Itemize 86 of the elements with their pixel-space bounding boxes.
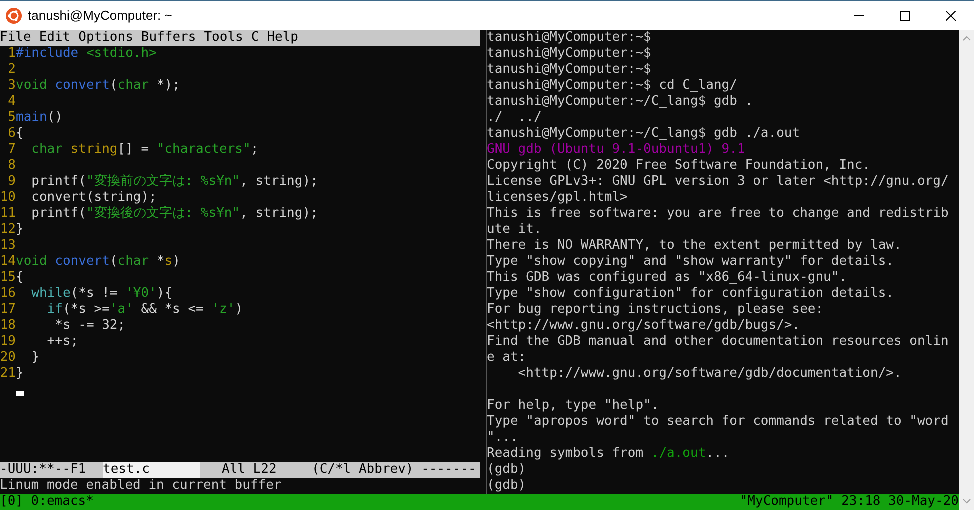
terminal-line: ute it. xyxy=(487,222,542,237)
terminal-line: licenses/gpl.html> xyxy=(487,190,628,205)
code-line: char string[] = "characters"; xyxy=(30,142,259,158)
code-line: *s -= 32; xyxy=(54,318,126,334)
terminal-line: (gdb) xyxy=(487,478,526,493)
line-number: 18 xyxy=(0,318,16,334)
code-line: if(*s >='a' && *s <= 'z') xyxy=(46,302,244,318)
line-number: 2 xyxy=(7,62,16,78)
line-number: 16 xyxy=(0,286,16,302)
code-line: void convert(char *); xyxy=(16,78,180,94)
line-number: 11 xyxy=(0,206,16,222)
line-number: 10 xyxy=(0,190,16,206)
menu-item[interactable]: C xyxy=(251,30,260,46)
terminal-line: e at: xyxy=(487,350,526,365)
terminal-line: "... xyxy=(487,430,518,445)
terminal-line: Type "apropos word" to search for commands related to "word xyxy=(487,414,949,429)
menu-item[interactable]: Tools xyxy=(204,30,244,46)
line-number: 15 xyxy=(0,270,16,286)
menu-item[interactable]: Options xyxy=(78,30,134,46)
terminal-line: License GPLv3+: GNU GPL version 3 or later <http://gnu.org/ xyxy=(487,174,949,189)
buffer-name: test.c xyxy=(103,462,200,478)
window-list: [0] 0:emacs* xyxy=(0,494,94,510)
terminal-line: tanushi@MyComputer:~$ xyxy=(487,62,652,77)
code-line: printf("変換後の文字は: %s¥n", string); xyxy=(30,206,318,222)
line-number: 19 xyxy=(0,334,16,350)
close-icon xyxy=(946,10,956,20)
terminal-line: tanushi@MyComputer:~$ xyxy=(487,30,652,45)
line-number: 20 xyxy=(0,350,16,366)
terminal-line: There is NO WARRANTY, to the extent permitted by law. xyxy=(487,238,902,253)
terminal-line: For bug reporting instructions, please see: xyxy=(487,302,824,317)
terminal-line: tanushi@MyComputer:~$ cd C_lang/ xyxy=(487,78,738,93)
terminal-line: Find the GDB manual and other documentation resources onlin xyxy=(487,334,949,349)
menu-item[interactable]: Help xyxy=(267,30,298,46)
terminal-line: <http://www.gnu.org/software/gdb/documentation/>. xyxy=(517,366,902,381)
terminal-line: This GDB was configured as "x86_64-linux-gnu". xyxy=(487,270,848,285)
line-number: 3 xyxy=(7,78,16,94)
line-number: 8 xyxy=(7,158,16,174)
terminal-line: Reading symbols from ./a.out... xyxy=(487,446,730,461)
line-number: 6 xyxy=(7,126,16,142)
text-cursor xyxy=(16,391,24,396)
line-number: 7 xyxy=(7,142,16,158)
cursor-position: All L22 xyxy=(222,462,278,478)
code-line: printf("変換前の文字は: %s¥n", string); xyxy=(30,174,318,190)
code-line: } xyxy=(16,222,24,238)
terminal-line: tanushi@MyComputer:~/C_lang$ gdb ./a.out xyxy=(487,126,800,141)
buffer-status: -UUU:**--F1 xyxy=(0,462,88,478)
terminal-line: (gdb) xyxy=(487,462,526,477)
line-number: 5 xyxy=(7,110,16,126)
code-line: } xyxy=(30,350,40,366)
terminal-line: Copyright (C) 2020 Free Software Foundation, Inc. xyxy=(487,158,871,173)
menu-item[interactable]: Buffers xyxy=(141,30,196,46)
minimize-icon xyxy=(854,15,864,16)
terminal-line: <http://www.gnu.org/software/gdb/bugs/>. xyxy=(487,318,800,333)
host-clock: "MyComputer" 23:18 30-May-20 xyxy=(740,494,959,510)
code-line: { xyxy=(16,126,24,142)
line-number: 12 xyxy=(0,222,16,238)
code-line: { xyxy=(16,270,24,286)
line-number: 14 xyxy=(0,254,16,270)
mode-list: (C/*l Abbrev) ------- xyxy=(312,462,476,478)
line-number: 4 xyxy=(7,94,16,110)
terminal-line: Type "show copying" and "show warranty" for details. xyxy=(487,254,894,269)
terminal-line: Type "show configuration" for configuration details. xyxy=(487,286,894,301)
code-line: #include <stdio.h> xyxy=(16,46,157,62)
code-line: convert(string); xyxy=(30,190,157,206)
line-number: 17 xyxy=(0,302,16,318)
terminal-line: For help, type "help". xyxy=(487,398,660,414)
menu-item[interactable]: Edit xyxy=(39,30,71,46)
code-line: void convert(char *s) xyxy=(16,254,180,270)
maximize-icon xyxy=(900,10,910,20)
code-line: } xyxy=(16,366,24,382)
line-number: 9 xyxy=(7,174,16,190)
code-line: ++s; xyxy=(46,334,79,350)
menu-item[interactable]: File xyxy=(0,30,32,46)
terminal-line: tanushi@MyComputer:~/C_lang$ gdb . xyxy=(487,94,754,109)
line-number: 1 xyxy=(7,46,16,62)
terminal-line: ./ ../ xyxy=(487,110,542,125)
window-title: tanushi@MyComputer: ~ xyxy=(28,6,172,25)
code-line: while(*s != '¥0'){ xyxy=(30,286,173,302)
line-number: 21 xyxy=(0,366,16,382)
terminal-line: GNU gdb (Ubuntu 9.1-0ubuntu1) 9.1 xyxy=(487,142,746,157)
terminal-line: tanushi@MyComputer:~$ xyxy=(487,46,652,61)
line-number: 13 xyxy=(0,238,16,254)
terminal-app-icon xyxy=(6,8,22,24)
terminal-line: This is free software: you are free to change and redistrib xyxy=(487,206,949,221)
echo-area-message: Linum mode enabled in current buffer xyxy=(0,478,283,494)
code-line: main() xyxy=(16,110,63,126)
